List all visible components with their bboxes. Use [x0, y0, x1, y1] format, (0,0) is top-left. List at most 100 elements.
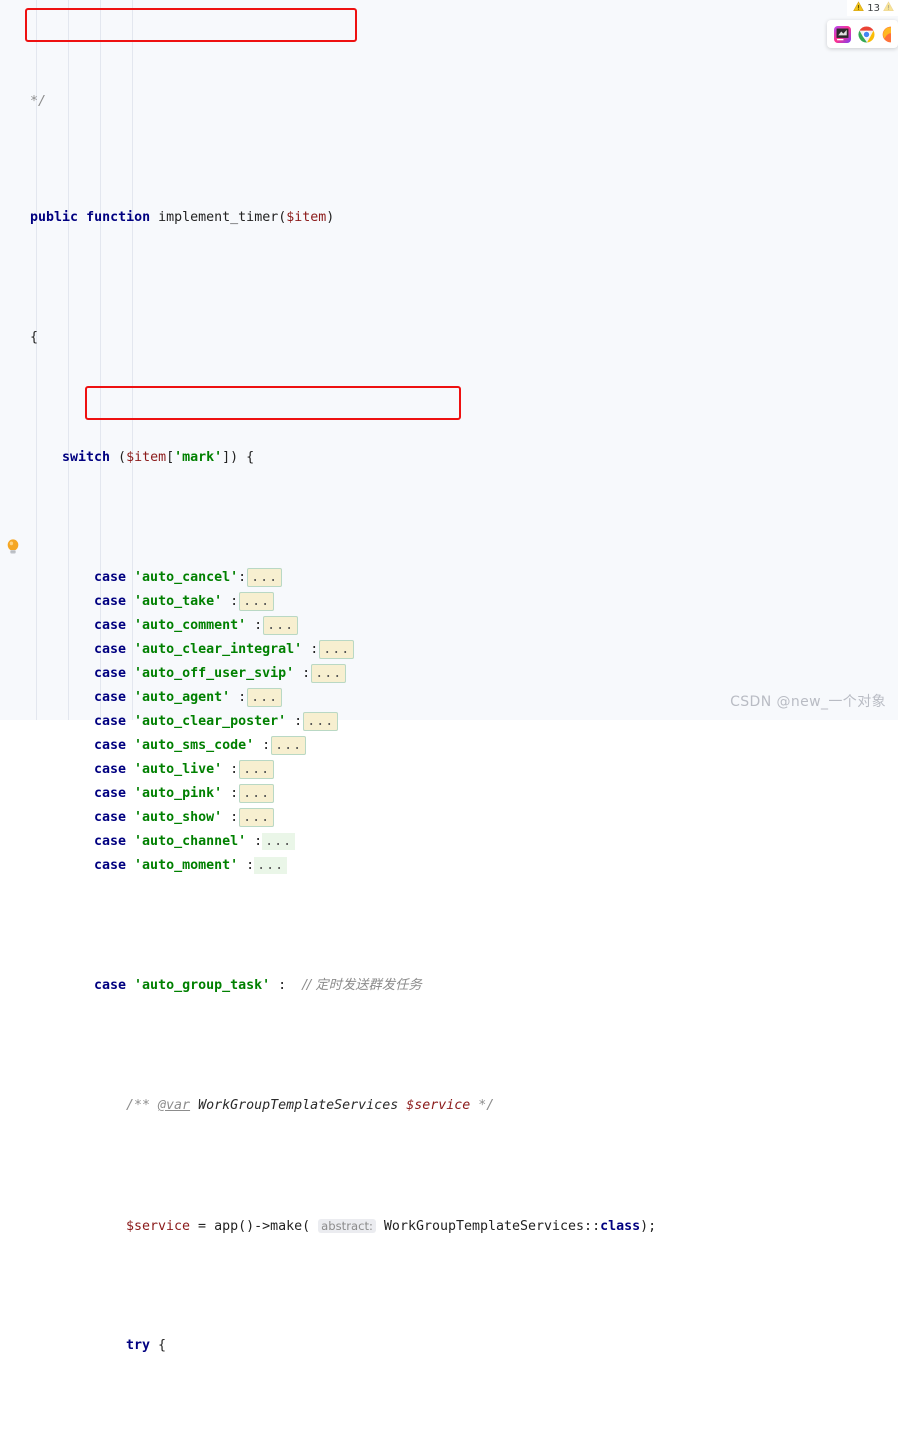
folded-code-region[interactable]: ... [239, 784, 275, 803]
case-colon: : [238, 690, 247, 705]
inline-comment-group-task: // 定时发送群发任务 [302, 978, 422, 993]
code-line-docblock: /** @var WorkGroupTemplateServices $serv… [0, 1094, 898, 1118]
inspection-status-chip[interactable]: 13 [847, 0, 898, 16]
keyword-case: case [94, 618, 127, 633]
code-line-case: case 'auto_clear_poster' :... [0, 710, 898, 734]
keyword-function: function [86, 210, 151, 225]
folded-code-region[interactable]: ... [262, 833, 296, 850]
doc-open: /** [126, 1098, 159, 1113]
doc-fragment-text: */ [30, 94, 47, 109]
case-value: 'auto_pink' [134, 786, 223, 801]
lightbulb-icon[interactable] [5, 538, 21, 556]
folded-code-region[interactable]: ... [239, 592, 275, 611]
folded-code-region[interactable]: ... [311, 664, 347, 683]
code-line-case: case 'auto_off_user_svip' :... [0, 662, 898, 686]
code-line-case: case 'auto_moment' :... [0, 854, 898, 878]
folded-code-region[interactable]: ... [271, 736, 307, 755]
code-line-case: case 'auto_cancel':... [0, 566, 898, 590]
chrome-icon[interactable] [858, 26, 875, 43]
code-line-doc-fragment: */ [0, 94, 898, 109]
folded-code-region[interactable]: ... [239, 760, 275, 779]
folded-code-region[interactable]: ... [239, 808, 275, 827]
warning-triangle-icon [853, 1, 865, 15]
assignment-operator: = [190, 1219, 215, 1234]
case-colon: : [254, 834, 263, 849]
space: ( [110, 450, 127, 465]
code-content[interactable]: */ public function implement_timer($item… [0, 0, 898, 1353]
code-line-case: case 'auto_sms_code' :... [0, 734, 898, 758]
keyword-case: case [94, 738, 127, 753]
case-colon: : [230, 762, 239, 777]
switch-case-list: case 'auto_cancel':... case 'auto_take' :… [0, 566, 898, 878]
function-name: implement_timer [158, 210, 279, 225]
taskbar-icon-popup[interactable] [827, 20, 898, 48]
folded-code-region[interactable]: ... [263, 616, 299, 635]
case-value-group-task: 'auto_group_task' [134, 978, 271, 993]
folded-code-region[interactable]: ... [319, 640, 355, 659]
code-line-case: case 'auto_channel' :... [0, 830, 898, 854]
case-colon: : [230, 594, 239, 609]
folded-code-region[interactable]: ... [303, 712, 339, 731]
app-make-call: app()->make( [214, 1219, 311, 1234]
case-value: 'auto_clear_poster' [134, 714, 287, 729]
try-brace: { [150, 1338, 167, 1353]
code-line-case: case 'auto_show' :... [0, 806, 898, 830]
warning-triangle-icon [883, 1, 894, 15]
case-value: 'auto_clear_integral' [134, 642, 303, 657]
switch-variable: $item [126, 450, 167, 465]
keyword-case: case [94, 570, 127, 585]
code-editor[interactable]: */ public function implement_timer($item… [0, 0, 898, 1353]
case-value: 'auto_off_user_svip' [134, 666, 295, 681]
folded-code-region[interactable]: ... [247, 688, 283, 707]
code-line-make-service: $service = app()->make( abstract: WorkGr… [0, 1214, 898, 1238]
keyword-case: case [94, 810, 127, 825]
case-colon: : [302, 666, 311, 681]
make-tail: ); [640, 1219, 657, 1234]
code-line-case: case 'auto_take' :... [0, 590, 898, 614]
case-value: 'auto_cancel' [134, 570, 239, 585]
phpstorm-icon[interactable] [834, 25, 851, 43]
firefox-icon[interactable] [882, 26, 891, 43]
keyword-case: case [94, 594, 127, 609]
case-value: 'auto_channel' [134, 834, 247, 849]
paren-close: ) [326, 210, 335, 225]
code-line-case-group-task: case 'auto_group_task' : // 定时发送群发任务 [0, 974, 898, 998]
case-colon: : [230, 786, 239, 801]
case-colon: : [230, 810, 239, 825]
class-reference: WorkGroupTemplateServices:: [375, 1219, 601, 1234]
folded-code-region[interactable]: ... [254, 857, 288, 874]
code-line-signature: public function implement_timer($item) [0, 206, 898, 230]
warning-count-label: 13 [867, 2, 880, 14]
doc-class-name: WorkGroupTemplateServices [190, 1098, 407, 1113]
bracket-open: [ [166, 450, 175, 465]
inlay-hint-abstract: abstract: [318, 1219, 376, 1233]
case-colon: : [310, 642, 319, 657]
keyword-case: case [94, 762, 127, 777]
keyword-case: case [94, 690, 127, 705]
keyword-case: case [94, 834, 127, 849]
case-value: 'auto_agent' [134, 690, 231, 705]
doc-close: */ [470, 1098, 495, 1113]
folded-code-region[interactable]: ... [247, 568, 283, 587]
